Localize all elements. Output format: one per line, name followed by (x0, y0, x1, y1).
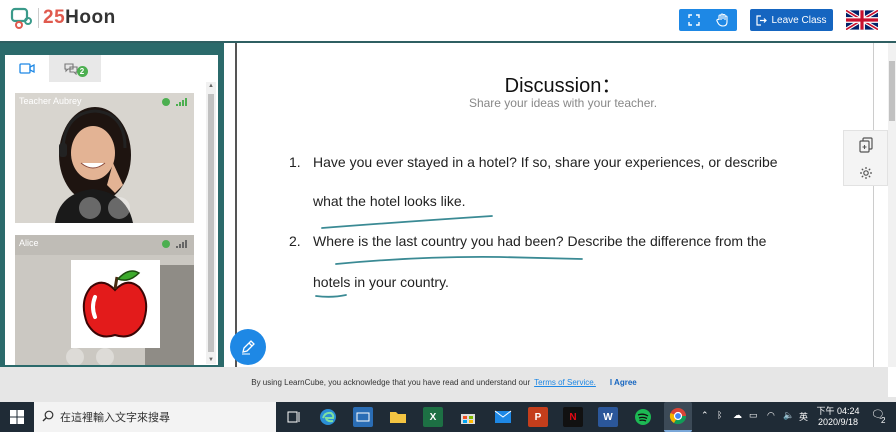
raise-hand-button[interactable] (708, 9, 737, 31)
mail-icon[interactable] (493, 407, 513, 427)
online-status-dot (162, 98, 170, 106)
system-tray: ⌃ ᛒ ☁ ▭ ◠ 🔈 英 下午 04:24 2020/9/18 🗨 2 (697, 402, 896, 432)
expand-icon (687, 14, 700, 26)
date: 2020/9/18 (817, 417, 859, 427)
participant-tile-student: Alice (15, 235, 194, 365)
cookie-banner: By using LearnCube, you acknowledge that… (0, 367, 888, 397)
time-prefix: 下午 (816, 406, 835, 416)
task-view-icon[interactable] (284, 407, 304, 427)
volume-icon[interactable]: 🔈 (783, 410, 794, 421)
chat-badge: 2 (76, 65, 88, 77)
logo-icon (10, 7, 32, 29)
file-explorer-icon[interactable] (388, 407, 408, 427)
hand-icon (716, 13, 728, 27)
scrollbar-thumb[interactable] (208, 94, 214, 352)
wifi-icon[interactable]: ◠ (767, 410, 775, 421)
spotify-icon[interactable] (633, 407, 653, 427)
copy-page-button[interactable] (844, 131, 887, 159)
logo-text: 25Hoon (43, 7, 116, 29)
start-button[interactable] (0, 402, 34, 432)
question-text: hotels in your country. (313, 274, 449, 290)
panel-tabs: 2 (5, 55, 218, 82)
clock[interactable]: 下午 04:24 2020/9/18 (812, 406, 864, 428)
exit-icon (756, 14, 768, 26)
tab-video[interactable] (5, 55, 49, 82)
signal-strength-icon (176, 98, 187, 106)
participant-name: Teacher Aubrey (19, 96, 82, 106)
powerpoint-icon[interactable]: P (528, 407, 548, 427)
draw-tool-button[interactable] (230, 329, 266, 365)
participant-tile-teacher: Teacher Aubrey (15, 93, 194, 223)
tab-chat[interactable]: 2 (49, 55, 101, 82)
chevron-up-icon[interactable]: ⌃ (701, 410, 709, 421)
copy-icon (858, 137, 873, 153)
online-status-dot (162, 240, 170, 248)
battery-icon[interactable]: ▭ (749, 410, 758, 421)
cloud-icon[interactable]: ☁ (733, 410, 742, 421)
app-logo: 25Hoon (10, 6, 116, 30)
bluetooth-icon[interactable]: ᛒ (717, 410, 722, 420)
edge-browser-icon[interactable] (318, 407, 338, 427)
page-scrollbar[interactable] (888, 43, 896, 367)
settings-button[interactable] (844, 159, 887, 187)
question-text: what the hotel looks like. (313, 193, 466, 209)
excel-icon[interactable]: X (423, 407, 443, 427)
question-text: Have you ever stayed in a hotel? If so, … (313, 154, 778, 170)
participant-name: Alice (19, 238, 39, 248)
app-icon[interactable] (353, 407, 373, 427)
fullscreen-button[interactable] (679, 9, 708, 31)
leave-class-button[interactable]: Leave Class (750, 9, 833, 31)
uk-flag-icon[interactable] (846, 10, 878, 30)
store-icon[interactable] (458, 407, 478, 427)
scrollbar-thumb[interactable] (889, 61, 895, 121)
page-subtitle: Share your ideas with your teacher. (468, 96, 658, 110)
search-placeholder: 在這裡輸入文字來搜尋 (60, 412, 170, 424)
page-title: Discussion： (504, 75, 622, 97)
student-video-feed (15, 235, 194, 365)
netflix-icon[interactable]: N (563, 407, 583, 427)
terms-link[interactable]: Terms of Service. (534, 378, 596, 387)
scroll-down-icon[interactable]: ▼ (207, 357, 215, 363)
chrome-icon[interactable] (664, 402, 692, 432)
windows-icon (10, 410, 24, 424)
view-controls (679, 9, 737, 31)
app-header: 25Hoon Leave Class (0, 0, 896, 43)
participants-panel: 2 Teacher Aubrey Alice ▲ ▼ (5, 55, 218, 365)
question-text: Where is the last country you had been? … (313, 233, 767, 249)
agree-button[interactable]: I Agree (610, 378, 637, 387)
cookie-text: By using LearnCube, you acknowledge that… (251, 377, 531, 387)
logo-number: 25 (43, 7, 66, 28)
taskbar-search[interactable]: 在這裡輸入文字來搜尋 (34, 402, 276, 432)
leave-class-label: Leave Class (771, 14, 827, 26)
search-icon (42, 410, 54, 425)
question-number: 2. (289, 233, 301, 249)
chat-icon (63, 63, 78, 75)
ime-icon[interactable]: 英 (799, 410, 808, 423)
pencil-icon (242, 340, 255, 355)
signal-strength-icon (176, 240, 187, 248)
word-icon[interactable]: W (598, 407, 618, 427)
gear-icon (859, 167, 872, 179)
whiteboard-tools (843, 130, 888, 186)
scroll-up-icon[interactable]: ▲ (207, 83, 215, 89)
question-number: 1. (289, 154, 301, 170)
teacher-video-feed (15, 93, 194, 223)
participants-scrollbar[interactable]: ▲ ▼ (206, 82, 216, 364)
windows-taskbar: 在這裡輸入文字來搜尋 X P N W ⌃ ᛒ ☁ ▭ ◠ 🔈 英 下午 04:2… (0, 402, 896, 432)
notification-count: 2 (881, 416, 886, 425)
video-icon (19, 63, 35, 74)
time: 04:24 (837, 406, 860, 416)
logo-word: Hoon (65, 7, 116, 28)
